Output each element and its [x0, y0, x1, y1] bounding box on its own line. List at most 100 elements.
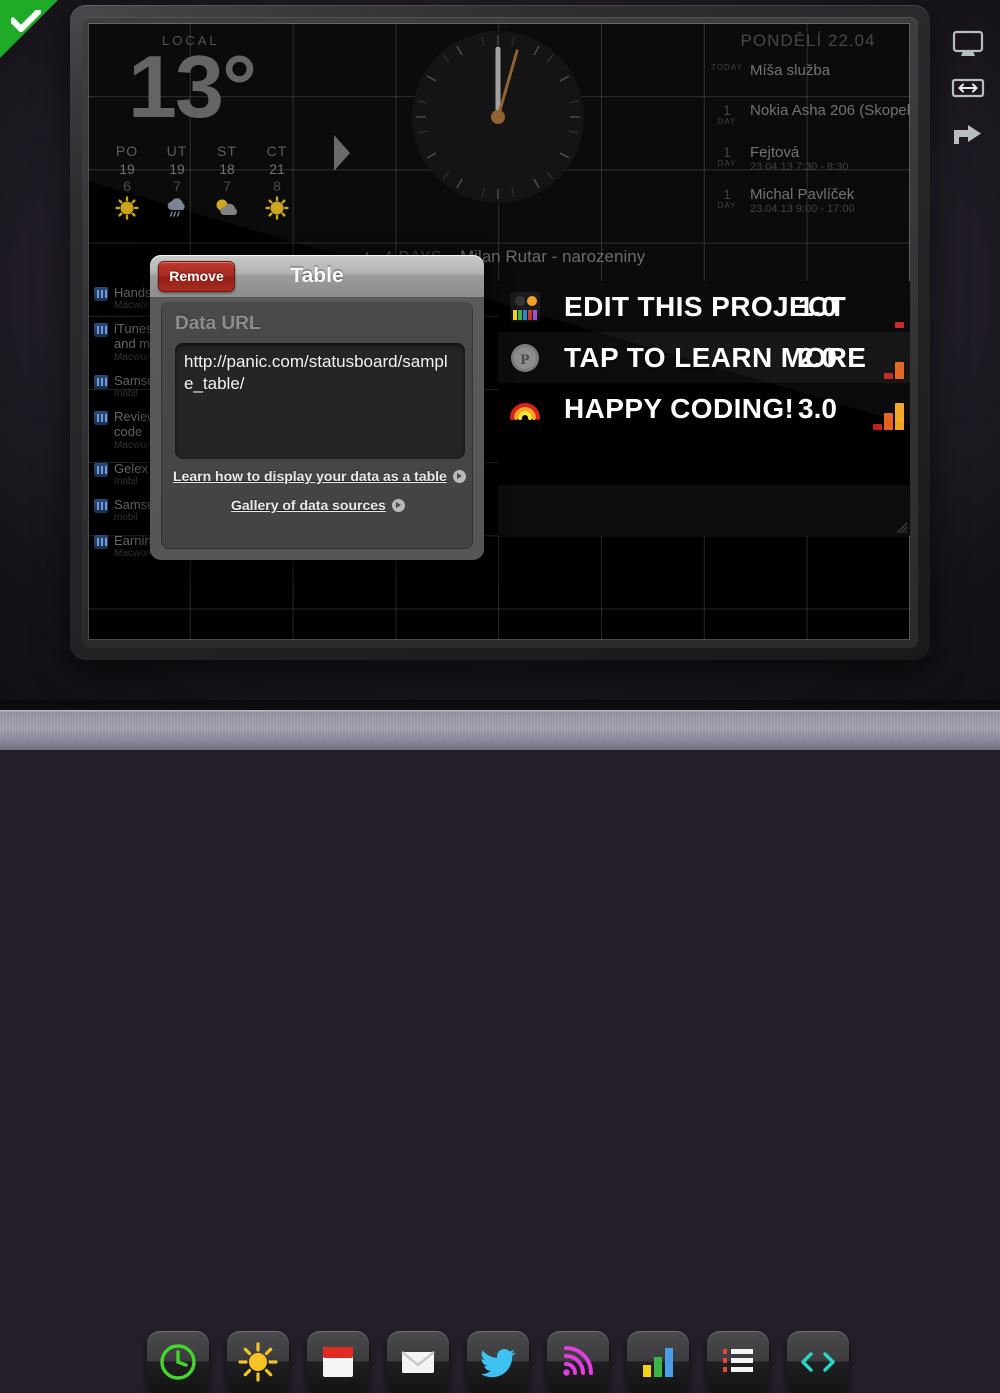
event-when-number: 1 — [708, 145, 746, 159]
table-row[interactable]: P TAP TO LEARN MORE 2.0 — [498, 332, 910, 383]
dock-item-calendar[interactable] — [307, 1331, 369, 1393]
event-title: Nokia Asha 206 (Skopek) — [750, 102, 910, 119]
diy-code-icon — [787, 1331, 849, 1393]
forecast-day-name: ST — [202, 143, 252, 159]
feed-favicon-icon — [94, 499, 108, 513]
resize-handle[interactable] — [892, 518, 908, 534]
rss-headline-line2: and m — [114, 336, 150, 351]
event-time: 23.04.13 9:00 - 17:00 — [750, 203, 855, 215]
rss-headline: Samsu — [114, 497, 154, 512]
rainbow-icon — [508, 392, 542, 426]
weather-temperature: 13° — [128, 43, 255, 131]
event-time: 23.04.13 7:30 - 8:30 — [750, 161, 848, 173]
event-title: Fejtová — [750, 144, 799, 161]
feed-favicon-icon — [94, 323, 108, 337]
forecast-high: 19 — [102, 161, 152, 177]
rss-source: mobil — [114, 388, 138, 399]
panic-palette-icon — [508, 290, 542, 324]
forecast-low: 7 — [152, 178, 202, 194]
dialog-title: Table — [150, 264, 484, 288]
table-row-sparkline — [884, 349, 904, 379]
display-icon[interactable] — [948, 28, 988, 62]
mail-icon — [387, 1331, 449, 1393]
rss-headline: Earnin — [114, 533, 152, 548]
learn-how-link-label: Learn how to display your data as a tabl… — [173, 468, 447, 484]
event-title: Michal Pavlíček — [750, 186, 854, 203]
feed-favicon-icon — [94, 375, 108, 389]
analog-clock-face — [408, 27, 588, 212]
app-dock[interactable] — [0, 663, 1000, 743]
dock-item-diy[interactable] — [787, 1331, 849, 1393]
rss-headline-line2: code — [114, 424, 142, 439]
table-cell-value: 3.0 — [798, 383, 837, 434]
rain-cloud-icon — [152, 196, 202, 220]
forecast-low: 6 — [102, 178, 152, 194]
calendar-event[interactable]: TODAY Míša služba — [708, 63, 908, 101]
panic-p-icon: P — [508, 341, 542, 375]
dock-item-table[interactable] — [707, 1331, 769, 1393]
forecast-high: 19 — [152, 161, 202, 177]
forecast-day-name: UT — [152, 143, 202, 159]
clock-icon — [147, 1331, 209, 1393]
table-cell-value: 2.0 — [798, 332, 837, 383]
rss-headline: iTunes — [114, 321, 153, 336]
calendar-widget[interactable]: PONDĚLÍ 22.04 TODAY Míša služba 1 DAY No… — [708, 25, 908, 243]
calendar-title: PONDĚLÍ 22.04 — [708, 31, 908, 51]
share-icon[interactable] — [948, 118, 988, 152]
feed-favicon-icon — [94, 287, 108, 301]
event-title: Míša služba — [750, 62, 830, 79]
rss-headline: Gelex — [114, 461, 148, 476]
dialog-body: Data URL Learn how to display your data … — [161, 301, 473, 549]
graph-icon — [627, 1331, 689, 1393]
calendar-event[interactable]: 1 DAY Fejtová 23.04.13 7:30 - 8:30 — [708, 145, 908, 183]
svg-text:P: P — [520, 352, 529, 368]
table-widget[interactable]: EDIT THIS PROJECT 1.0 P TAP TO LEARN MOR… — [498, 281, 910, 536]
table-row-sparkline — [873, 400, 904, 430]
data-url-input[interactable] — [175, 343, 465, 459]
twitter-icon — [467, 1331, 529, 1393]
dock-item-clock[interactable] — [147, 1331, 209, 1393]
learn-how-link[interactable]: Learn how to display your data as a tabl… — [173, 468, 466, 484]
event-when-number: 1 — [708, 187, 746, 201]
event-when: 1 DAY — [708, 103, 746, 127]
dock-item-mail[interactable] — [387, 1331, 449, 1393]
event-when-unit: DAY — [708, 201, 746, 211]
clock-widget[interactable] — [398, 25, 598, 243]
gallery-link[interactable]: Gallery of data sources — [231, 497, 405, 513]
forecast-low: 8 — [252, 178, 302, 194]
forecast-day: PO 19 6 — [102, 143, 152, 220]
table-row-empty — [498, 434, 910, 485]
dock-item-graph[interactable] — [627, 1331, 689, 1393]
forecast-day: ST 18 7 — [202, 143, 252, 220]
table-row[interactable]: EDIT THIS PROJECT 1.0 — [498, 281, 910, 332]
gallery-link-label: Gallery of data sources — [231, 497, 386, 513]
rss-icon — [547, 1331, 609, 1393]
event-when-number: 1 — [708, 103, 746, 117]
event-when-unit: TODAY — [708, 63, 746, 73]
table-row-empty — [498, 485, 910, 536]
right-toolbar[interactable] — [935, 0, 1000, 660]
rss-headline: Hands — [114, 285, 152, 300]
weather-sun-icon — [227, 1331, 289, 1393]
table-settings-dialog[interactable]: Remove Table Data URL Learn how to displ… — [150, 255, 484, 560]
rss-headline: Samsu — [114, 373, 154, 388]
sun-icon — [102, 196, 152, 220]
weather-widget[interactable]: LOCAL 13° PO 19 6 UT 19 7 ST 18 7 — [90, 25, 294, 243]
calendar-event[interactable]: 1 DAY Nokia Asha 206 (Skopek) — [708, 103, 908, 141]
table-cell-value: 1.0 — [798, 281, 837, 332]
event-when-unit: DAY — [708, 117, 746, 127]
calendar-event[interactable]: 1 DAY Michal Pavlíček 23.04.13 9:00 - 17… — [708, 187, 908, 225]
calendar-icon — [307, 1331, 369, 1393]
dock-item-twitter[interactable] — [467, 1331, 529, 1393]
forecast-high: 21 — [252, 161, 302, 177]
resize-icon[interactable] — [948, 73, 988, 107]
forecast-day-name: CT — [252, 143, 302, 159]
dock-item-rss[interactable] — [547, 1331, 609, 1393]
event-when: TODAY — [708, 63, 746, 73]
table-row[interactable]: HAPPY CODING! 3.0 — [498, 383, 910, 434]
table-row-sparkline — [895, 298, 904, 328]
dock-item-weather[interactable] — [227, 1331, 289, 1393]
forecast-high: 18 — [202, 161, 252, 177]
forecast-day: CT 21 8 — [252, 143, 302, 220]
rss-source: mobil — [114, 476, 138, 487]
